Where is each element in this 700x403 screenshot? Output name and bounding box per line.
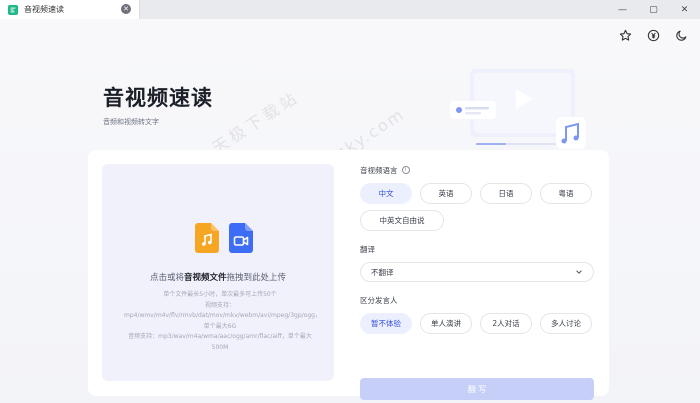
tab-title: 音视频速读 xyxy=(24,5,64,14)
page-title: 音视频速读 xyxy=(103,86,213,110)
currency-icon[interactable] xyxy=(646,28,660,42)
hint-audio-formats: 音频支持：mp3/wav/m4a/wma/aac/ogg/amr/flac/ai… xyxy=(128,333,312,351)
hint-limit: 单个文件最长5小时，单次最多可上传50个 xyxy=(163,291,277,298)
watermark-text: 天极下载站 xyxy=(208,87,303,158)
app-logo-icon xyxy=(8,4,18,15)
translate-value: 不翻译 xyxy=(371,267,394,277)
upload-hints: 单个文件最长5小时，单次最多可上传50个 视频支持：mp4/wmv/m4v/fl… xyxy=(124,290,321,353)
language-option-mixed[interactable]: 中英文自由说 xyxy=(360,210,444,231)
language-option-japanese[interactable]: 日语 xyxy=(480,183,532,204)
submit-button[interactable]: 翻 写 xyxy=(360,378,594,400)
title-bar: 音视频速读 ✕ — ▢ ✕ xyxy=(0,0,700,19)
hint-video-formats: 视频支持：mp4/wmv/m4v/flv/rmvb/dat/mov/mkv/we… xyxy=(124,301,321,330)
window-controls: — ▢ ✕ xyxy=(607,0,700,19)
language-label: 音视频语言 i xyxy=(360,164,594,176)
maximize-button[interactable]: ▢ xyxy=(638,0,669,19)
main-canvas: 音视频速读 音频和视频转文字 天极下载站 mydown.yesky.com xyxy=(0,19,700,403)
speaker-option-two[interactable]: 2人对话 xyxy=(480,313,532,334)
language-option-english[interactable]: 英语 xyxy=(420,183,472,204)
close-tab-icon[interactable]: ✕ xyxy=(121,4,131,14)
moon-icon[interactable] xyxy=(674,28,688,42)
video-file-icon xyxy=(229,223,253,253)
speaker-option-none[interactable]: 暂不体验 xyxy=(360,313,412,334)
upload-highlight: 音视频文件 xyxy=(183,273,227,283)
chevron-down-icon xyxy=(576,270,582,274)
language-options: 中文 英语 日语 粤语 中英文自由说 xyxy=(360,183,594,231)
language-option-cantonese[interactable]: 粤语 xyxy=(540,183,592,204)
upload-instruction: 点击或将音视频文件拖拽到此处上传 xyxy=(149,273,287,283)
upload-card: 点击或将音视频文件拖拽到此处上传 单个文件最长5小时，单次最多可上传50个 视频… xyxy=(88,150,609,400)
hero-illustration xyxy=(450,69,586,149)
browser-tab[interactable]: 音视频速读 ✕ xyxy=(0,0,140,19)
close-window-button[interactable]: ✕ xyxy=(669,0,700,19)
file-type-icons xyxy=(195,223,253,253)
translate-select[interactable]: 不翻译 xyxy=(360,262,594,282)
language-option-chinese[interactable]: 中文 xyxy=(360,183,412,204)
translate-label: 翻译 xyxy=(360,244,375,254)
star-icon[interactable] xyxy=(618,28,632,42)
speaker-option-single[interactable]: 单人演讲 xyxy=(420,313,472,334)
speaker-options: 暂不体验 单人演讲 2人对话 多人讨论 xyxy=(360,313,594,334)
options-panel: 音视频语言 i 中文 英语 日语 粤语 中英文自由说 翻译 不翻译 区分发言人 … xyxy=(360,164,594,334)
upload-dropzone[interactable]: 点击或将音视频文件拖拽到此处上传 单个文件最长5小时，单次最多可上传50个 视频… xyxy=(102,164,334,381)
audio-file-icon xyxy=(195,223,219,253)
top-right-toolbar xyxy=(618,28,688,42)
minimize-button[interactable]: — xyxy=(607,0,638,19)
speaker-option-multi[interactable]: 多人讨论 xyxy=(540,313,592,334)
page-subtitle: 音频和视频转文字 xyxy=(103,118,159,126)
speakers-label: 区分发言人 xyxy=(360,295,398,305)
info-icon[interactable]: i xyxy=(401,166,410,174)
